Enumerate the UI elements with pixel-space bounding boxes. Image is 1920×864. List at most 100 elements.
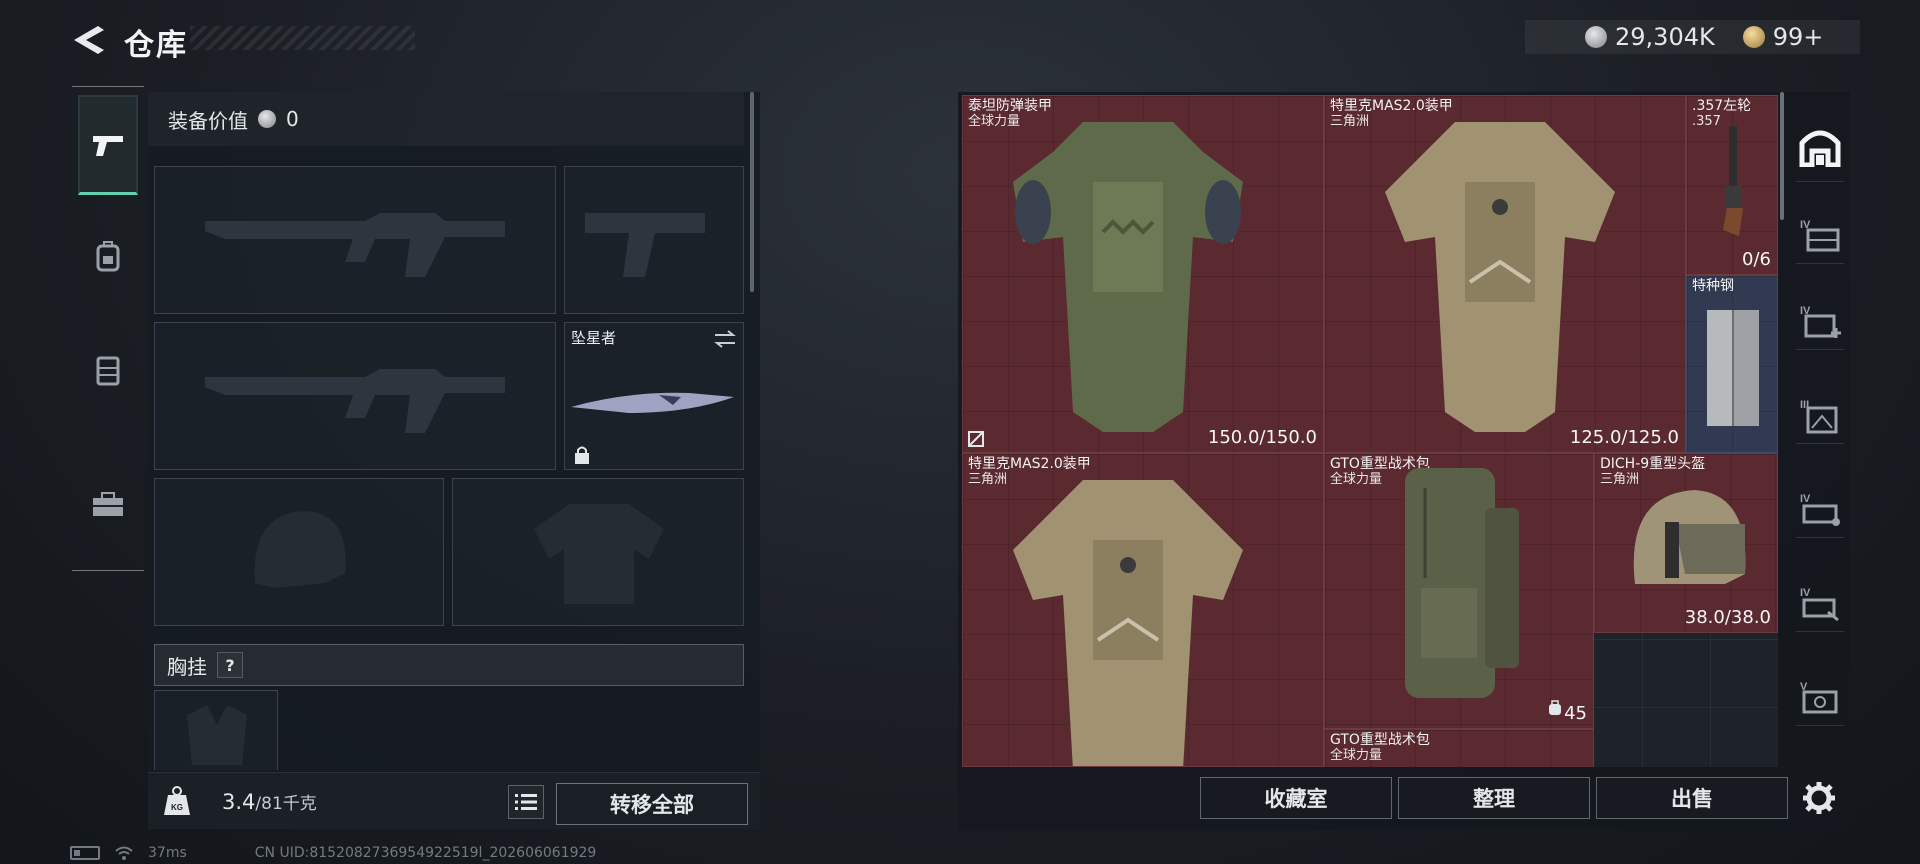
currency-premium-value: 99+ xyxy=(1772,23,1824,51)
chest-rig-label: 胸挂 xyxy=(167,654,207,679)
storage-item[interactable]: 泰坦防弹装甲 全球力量 150.0/150.0 xyxy=(962,95,1324,453)
back-arrow-icon xyxy=(74,26,104,54)
weight-current: 3.4 xyxy=(222,790,256,814)
storage-item[interactable]: GTO重型战术包 全球力量 45 xyxy=(1324,453,1594,729)
loadout-scrollbar[interactable] xyxy=(750,92,754,292)
pistol-silhouette-icon xyxy=(585,213,705,277)
slot-chest-rig[interactable] xyxy=(154,690,278,770)
item-capacity: 45 xyxy=(1564,703,1587,724)
revolver-item-art xyxy=(1723,126,1743,236)
storage-item[interactable]: 特种钢 xyxy=(1686,275,1778,453)
weight-bar: KG 3.4/81千克 转移全部 xyxy=(148,772,760,829)
silver-coin-icon xyxy=(1585,26,1607,48)
list-view-button[interactable] xyxy=(508,785,544,819)
tab-storage-2[interactable]: IV xyxy=(1796,290,1844,350)
slot-helmet[interactable] xyxy=(154,478,444,626)
slot-primary-weapon-2[interactable] xyxy=(154,322,556,470)
item-name: .357左轮 xyxy=(1692,98,1752,114)
item-durability: 38.0/38.0 xyxy=(1684,607,1771,628)
helmet-item-art xyxy=(1633,490,1746,584)
back-button[interactable] xyxy=(70,22,106,58)
tab-backpack[interactable] xyxy=(78,207,138,307)
slot-body-armor[interactable] xyxy=(452,478,744,626)
battery-icon xyxy=(70,846,100,860)
storage-item[interactable]: GTO重型战术包 全球力量 xyxy=(1324,729,1594,767)
helmet-silhouette-icon xyxy=(254,511,346,588)
item-name: 特种钢 xyxy=(1692,278,1734,294)
chest-rig-silhouette-icon xyxy=(187,705,247,765)
tab-chest-rig[interactable] xyxy=(78,321,138,421)
chest-help-button[interactable]: ? xyxy=(217,652,243,678)
sort-button[interactable]: 整理 xyxy=(1398,777,1590,819)
pistol-icon xyxy=(93,135,123,156)
svg-text:KG: KG xyxy=(171,803,183,812)
loadout-panel: 装备价值 0 坠星者 胸挂 ? KG 3.4/81千克 转移全部 xyxy=(148,92,760,829)
tab-all-storage[interactable] xyxy=(1796,112,1844,182)
storage-item[interactable]: .357左轮 .357 0/6 xyxy=(1686,95,1778,275)
storage-tier-icon: IV xyxy=(1800,219,1840,251)
tab-weapons[interactable] xyxy=(78,95,138,195)
user-uid: CN UID:8152082736954922519l_202606061929 xyxy=(254,845,597,861)
rifle-silhouette-icon xyxy=(205,213,505,277)
silver-coin-icon xyxy=(258,110,276,128)
body-armor-item-art xyxy=(1013,480,1243,766)
body-armor-item-art xyxy=(1385,122,1615,432)
storage-item[interactable]: 特里克MAS2.0装甲 三角洲 xyxy=(962,453,1324,767)
medical-storage-icon: IV xyxy=(1800,305,1841,338)
tab-storage-6[interactable]: V xyxy=(1796,666,1844,726)
svg-text:IV: IV xyxy=(1800,587,1811,599)
ammo-storage-icon: IV xyxy=(1800,493,1840,526)
transfer-all-button[interactable]: 转移全部 xyxy=(556,783,748,825)
item-durability: 150.0/150.0 xyxy=(1207,427,1317,448)
item-faction: 三角洲 xyxy=(1330,114,1370,129)
item-ammo-count: 0/6 xyxy=(1742,249,1771,270)
lock-icon xyxy=(575,446,589,464)
weapon-storage-icon: IV xyxy=(1800,587,1839,621)
ping-value: 37ms xyxy=(148,845,187,861)
body-armor-item-art xyxy=(1013,122,1243,432)
toolbox-icon xyxy=(93,492,123,516)
equipment-value-label: 装备价值 xyxy=(168,108,248,133)
storage-item[interactable]: DICH-9重型头盔 三角洲 38.0/38.0 xyxy=(1594,453,1778,633)
item-name: DICH-9重型头盔 xyxy=(1600,456,1706,472)
storage-panel: 泰坦防弹装甲 全球力量 150.0/150.0 特里克MAS2.0装甲 三角洲 xyxy=(958,92,1850,829)
storage-item[interactable]: 特里克MAS2.0装甲 三角洲 125.0/125.0 xyxy=(1324,95,1686,453)
backpack-item-art xyxy=(1405,468,1519,698)
tab-storage-5[interactable]: IV xyxy=(1796,572,1844,632)
weight-readout: 3.4/81千克 xyxy=(222,789,317,814)
sell-button[interactable]: 出售 xyxy=(1596,777,1788,819)
item-name: GTO重型战术包 xyxy=(1330,732,1430,748)
storage-scrollbar[interactable] xyxy=(1780,92,1784,220)
swap-icon[interactable] xyxy=(713,329,737,349)
tab-storage-3[interactable]: III xyxy=(1796,384,1844,444)
item-durability: 125.0/125.0 xyxy=(1569,427,1679,448)
armor-silhouette-icon xyxy=(534,504,664,604)
item-faction: 三角洲 xyxy=(968,472,1008,487)
page-title: 仓库 xyxy=(124,28,188,63)
melee-name: 坠星者 xyxy=(571,329,617,347)
vault-button[interactable]: 收藏室 xyxy=(1200,777,1392,819)
equipment-value-row: 装备价值 0 xyxy=(148,92,744,146)
item-faction: 全球力量 xyxy=(1330,472,1383,487)
tab-toolbox[interactable] xyxy=(78,455,138,555)
vest-icon xyxy=(96,356,120,386)
title-decoration xyxy=(190,26,415,50)
warehouse-icon xyxy=(1799,130,1841,167)
currency-bar: 29,304K 99+ xyxy=(1525,20,1860,54)
rifle-silhouette-icon xyxy=(205,369,505,433)
chest-rig-header: 胸挂 ? xyxy=(154,644,744,686)
weight-max: /81千克 xyxy=(255,794,317,814)
settings-button[interactable] xyxy=(1796,775,1842,821)
tab-storage-1[interactable]: IV xyxy=(1796,204,1844,264)
loadout-category-tabs xyxy=(72,86,144,571)
broken-icon xyxy=(968,431,984,447)
svg-text:IV: IV xyxy=(1800,493,1811,505)
backpack-capacity-icon xyxy=(1549,700,1561,715)
slot-sidearm[interactable] xyxy=(564,166,744,314)
backpack-icon xyxy=(96,241,120,272)
tab-storage-4[interactable]: IV xyxy=(1796,478,1844,538)
slot-primary-weapon-1[interactable] xyxy=(154,166,556,314)
storage-tabs: IV IV III IV IV V xyxy=(1788,92,1850,762)
slot-melee[interactable]: 坠星者 xyxy=(564,322,744,470)
currency-main-value: 29,304K xyxy=(1615,23,1715,51)
